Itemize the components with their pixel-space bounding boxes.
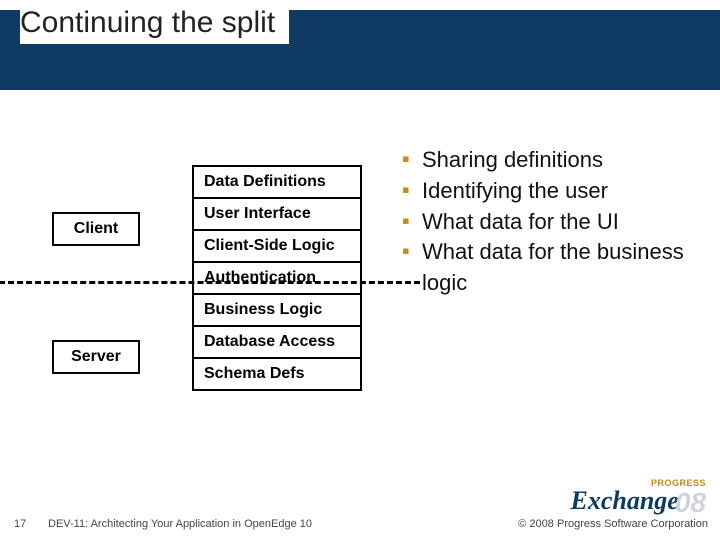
layer-authentication: Authentication [192,261,362,293]
bullet-item: What data for the business logic [402,237,700,299]
logo-exchange-text: Exchange [571,486,679,515]
bullet-item: Identifying the user [402,176,700,207]
title-band: Continuing the split [0,0,720,90]
client-box: Client [52,212,140,246]
footer-session-title: DEV-11: Architecting Your Application in… [48,518,312,530]
layer-user-interface: User Interface [192,197,362,229]
layer-database-access: Database Access [192,325,362,357]
page-number: 17 [14,518,26,530]
slide-title: Continuing the split [20,4,289,44]
bullet-list: Sharing definitions Identifying the user… [402,145,700,299]
layer-business-logic: Business Logic [192,293,362,325]
logo-year: 08 [675,487,706,518]
layer-schema-defs: Schema Defs [192,357,362,391]
bullet-item: Sharing definitions [402,145,700,176]
bullet-column: Sharing definitions Identifying the user… [402,145,700,299]
layer-client-side-logic: Client-Side Logic [192,229,362,261]
server-box: Server [52,340,140,374]
exchange-logo: PROGRESS Exchange08 [571,478,707,516]
layer-stack: Data Definitions User Interface Client-S… [192,165,362,391]
bullet-item: What data for the UI [402,207,700,238]
layer-data-definitions: Data Definitions [192,165,362,197]
footer-copyright: © 2008 Progress Software Corporation [518,518,708,530]
